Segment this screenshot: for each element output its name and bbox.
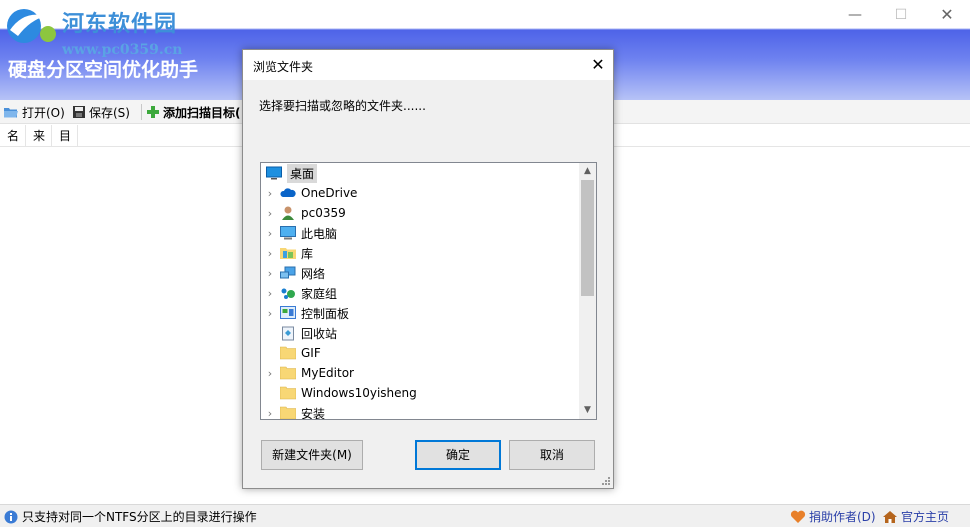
tree-item-folder-gif[interactable]: GIF — [261, 343, 579, 363]
tree-item-network[interactable]: › 网络 — [261, 263, 579, 283]
tree-item-homegroup[interactable]: › 家庭组 — [261, 283, 579, 303]
chevron-right-icon[interactable]: › — [261, 227, 279, 240]
chevron-right-icon[interactable]: › — [261, 267, 279, 280]
tree-item-user[interactable]: › pc0359 — [261, 203, 579, 223]
resize-grip-icon[interactable] — [601, 476, 611, 486]
tree-item-label: 库 — [301, 246, 314, 261]
tree-item-folder-myeditor[interactable]: › MyEditor — [261, 363, 579, 383]
chevron-right-icon[interactable]: › — [261, 247, 279, 260]
donate-label: 捐助作者(D) — [809, 510, 876, 524]
network-icon — [279, 265, 297, 281]
user-icon — [279, 205, 297, 221]
column-header-name[interactable]: 名 — [0, 125, 26, 147]
home-icon — [883, 510, 897, 523]
tree-item-label: OneDrive — [301, 186, 358, 200]
scroll-up-arrow-icon[interactable]: ▲ — [579, 163, 596, 180]
chevron-right-icon[interactable]: › — [261, 407, 279, 420]
folder-icon — [279, 405, 297, 419]
tree-item-label: 安装 — [301, 406, 326, 420]
tree-scrollbar[interactable]: ▲ ▼ — [579, 163, 596, 419]
maximize-button[interactable]: ☐ — [878, 0, 924, 30]
add-scan-target-button[interactable]: 添加扫描目标( — [146, 103, 241, 121]
folder-tree[interactable]: 桌面 › OneDrive › pc0359 › 此电脑 › 库 › 网络 › — [260, 162, 597, 420]
dialog-description: 选择要扫描或忽略的文件夹...... — [259, 99, 426, 113]
tree-item-label: pc0359 — [301, 206, 346, 220]
tree-item-this-pc[interactable]: › 此电脑 — [261, 223, 579, 243]
tree-item-label: 家庭组 — [301, 286, 338, 301]
folder-icon — [279, 385, 297, 401]
status-bar: 只支持对同一个NTFS分区上的目录进行操作 捐助作者(D) 官方主页 — [0, 504, 970, 527]
folder-icon — [279, 365, 297, 381]
save-icon — [73, 106, 85, 118]
scroll-down-arrow-icon[interactable]: ▼ — [579, 402, 596, 419]
folder-icon — [279, 345, 297, 361]
chevron-right-icon[interactable]: › — [261, 187, 279, 200]
chevron-right-icon[interactable]: › — [261, 307, 279, 320]
computer-icon — [279, 225, 297, 241]
tree-item-library[interactable]: › 库 — [261, 243, 579, 263]
tree-item-label: 网络 — [301, 266, 326, 281]
app-title: 硬盘分区空间优化助手 — [8, 59, 199, 81]
tree-item-recycle-bin[interactable]: 回收站 — [261, 323, 579, 343]
status-message: 只支持对同一个NTFS分区上的目录进行操作 — [4, 508, 257, 525]
onedrive-icon — [279, 185, 297, 201]
tree-item-control-panel[interactable]: › 控制面板 — [261, 303, 579, 323]
recycle-bin-icon — [279, 325, 297, 341]
new-folder-button[interactable]: 新建文件夹(M) — [261, 440, 363, 470]
dialog-titlebar: 浏览文件夹 ✕ — [243, 50, 613, 80]
tree-item-onedrive[interactable]: › OneDrive — [261, 183, 579, 203]
folder-open-icon — [4, 108, 18, 118]
tree-item-label: 控制面板 — [301, 306, 350, 321]
plus-icon — [147, 106, 159, 118]
tree-item-label: MyEditor — [301, 366, 354, 380]
minimize-button[interactable]: — — [832, 0, 878, 30]
library-icon — [279, 245, 297, 261]
chevron-right-icon[interactable]: › — [261, 367, 279, 380]
scrollbar-thumb[interactable] — [581, 180, 594, 296]
cancel-button[interactable]: 取消 — [509, 440, 595, 470]
homepage-link[interactable]: 官方主页 — [882, 508, 949, 525]
browse-folder-dialog: 浏览文件夹 ✕ 选择要扫描或忽略的文件夹...... 桌面 › OneDrive… — [242, 49, 614, 489]
heart-icon — [790, 510, 806, 523]
chevron-right-icon[interactable]: › — [261, 287, 279, 300]
save-button[interactable]: 保存(S) — [72, 103, 130, 121]
tree-item-label: 此电脑 — [301, 226, 338, 241]
donate-link[interactable]: 捐助作者(D) — [790, 508, 876, 525]
chevron-right-icon[interactable]: › — [261, 207, 279, 220]
dialog-close-button[interactable]: ✕ — [583, 50, 613, 80]
column-header-target[interactable]: 目 — [52, 125, 78, 147]
open-label: 打开(O) — [22, 105, 65, 120]
column-header-source[interactable]: 来 — [26, 125, 52, 147]
watermark-logo-icon — [7, 9, 56, 43]
tree-item-desktop[interactable]: 桌面 — [261, 163, 565, 183]
tree-item-folder-install[interactable]: › 安装 — [261, 403, 579, 420]
add-scan-target-label: 添加扫描目标( — [163, 105, 241, 120]
watermark-title: 河东软件园 — [62, 11, 178, 37]
homepage-label: 官方主页 — [901, 510, 950, 524]
open-button[interactable]: 打开(O) — [3, 103, 65, 121]
desktop-icon — [265, 165, 283, 181]
tree-item-folder-windows10yisheng[interactable]: Windows10yisheng — [261, 383, 579, 403]
tree-item-label: Windows10yisheng — [301, 386, 417, 400]
save-label: 保存(S) — [89, 105, 130, 120]
tree-item-label: 桌面 — [287, 163, 318, 183]
close-button[interactable]: ✕ — [924, 0, 970, 30]
info-icon — [4, 510, 18, 523]
tree-item-label: GIF — [301, 346, 321, 360]
status-message-text: 只支持对同一个NTFS分区上的目录进行操作 — [22, 510, 257, 524]
homegroup-icon — [279, 285, 297, 301]
ok-button[interactable]: 确定 — [415, 440, 501, 470]
control-panel-icon — [279, 305, 297, 321]
dialog-title: 浏览文件夹 — [253, 60, 314, 74]
tree-item-label: 回收站 — [301, 326, 338, 341]
toolbar-separator — [141, 104, 142, 120]
